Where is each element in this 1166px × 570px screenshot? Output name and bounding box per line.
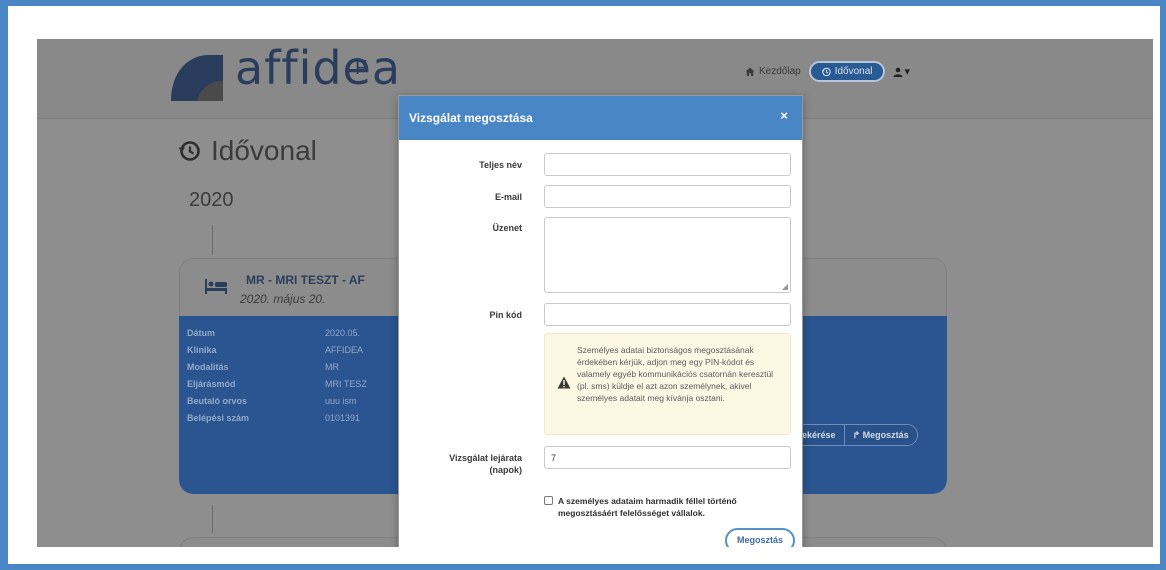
- detail-key: Dátum: [187, 328, 216, 338]
- submit-share-button[interactable]: Megosztás: [725, 528, 796, 547]
- history-icon: [178, 141, 200, 161]
- detail-value: 2020.05.: [325, 328, 361, 338]
- detail-value: uuu ism: [325, 396, 357, 406]
- modal-header: Vizsgálat megosztása ×: [399, 96, 802, 140]
- consent-checkbox-row[interactable]: A személyes adataim harmadik féllel tört…: [544, 495, 778, 519]
- logo-suffix: F: [355, 57, 368, 79]
- email-label: E-mail: [494, 192, 522, 202]
- detail-value: 0101391: [325, 413, 361, 423]
- expiry-days-input[interactable]: [544, 446, 791, 469]
- nav-home-label: Kezdőlap: [759, 66, 801, 77]
- detail-key: Beutaló orvos: [187, 396, 248, 406]
- pin-warning-text: Személyes adatai biztonságos megosztásán…: [577, 345, 774, 403]
- affidea-logo-icon: [171, 55, 223, 101]
- share-exam-button[interactable]: ↱ Megosztás: [843, 425, 917, 445]
- resize-grip-icon[interactable]: ◢: [782, 282, 788, 291]
- pin-warning-box: Személyes adatai biztonságos megosztásán…: [544, 333, 791, 435]
- close-icon[interactable]: ×: [780, 108, 788, 123]
- top-nav: Kezdőlap Idővonal ▾: [745, 61, 910, 82]
- detail-key: Klinika: [187, 345, 217, 355]
- expiry-label-line2: (napok): [489, 465, 523, 475]
- detail-value: MRI TESZ: [325, 379, 367, 389]
- consent-checkbox[interactable]: [544, 496, 553, 505]
- exam-date: 2020. május 20.: [240, 292, 326, 306]
- detail-value: MR: [325, 362, 339, 372]
- logo-wordmark: affidea: [235, 41, 402, 95]
- message-label: Üzenet: [492, 223, 522, 233]
- chevron-down-icon: ▾: [904, 66, 911, 78]
- detail-key: Belépési szám: [187, 413, 250, 423]
- history-icon: [821, 67, 831, 76]
- message-textarea[interactable]: ◢: [544, 217, 791, 293]
- pin-input[interactable]: [544, 303, 791, 326]
- timeline-line: [212, 225, 213, 255]
- nav-timeline-button[interactable]: Idővonal: [808, 61, 885, 82]
- pin-label: Pin kód: [489, 310, 522, 320]
- user-menu[interactable]: ▾: [893, 65, 911, 78]
- nav-timeline-label: Idővonal: [834, 66, 873, 77]
- email-field[interactable]: [544, 185, 791, 208]
- page-title: Idővonal: [177, 135, 317, 167]
- home-icon: [745, 67, 755, 76]
- share-exam-modal: Vizsgálat megosztása × Teljes név E-mail…: [398, 95, 803, 547]
- bed-icon: [204, 276, 228, 302]
- user-icon: [893, 67, 903, 77]
- detail-value: AFFIDEA: [325, 345, 364, 355]
- full-name-label: Teljes név: [479, 160, 522, 170]
- modal-title: Vizsgálat megosztása: [409, 111, 533, 125]
- detail-key: Eljárásmód: [187, 379, 236, 389]
- expiry-label: Vizsgálat lejárata (napok): [449, 453, 522, 475]
- nav-home-link[interactable]: Kezdőlap: [745, 66, 801, 77]
- consent-text: A személyes adataim harmadik féllel tört…: [558, 496, 737, 518]
- full-name-input[interactable]: [544, 153, 791, 176]
- timeline-line: [212, 505, 213, 533]
- detail-key: Modalitás: [187, 362, 229, 372]
- timeline-year: 2020: [189, 189, 234, 211]
- expiry-label-line1: Vizsgálat lejárata: [449, 453, 522, 463]
- page-title-text: Idővonal: [211, 135, 317, 166]
- exam-title: MR - MRI TESZT - AF: [246, 273, 365, 287]
- warning-icon: [557, 376, 571, 392]
- app-viewport: affidea F Kezdőlap Idővonal ▾ Idővonal 2…: [37, 39, 1153, 547]
